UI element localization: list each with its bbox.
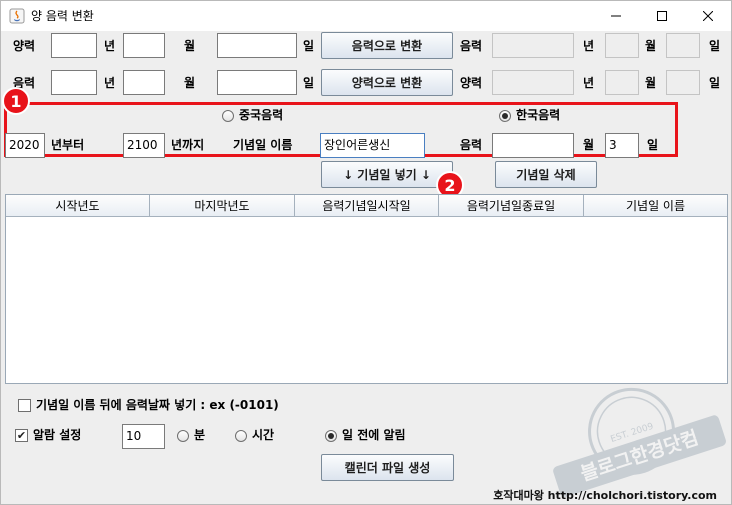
lunar-result-year xyxy=(492,33,574,58)
solar-month-input[interactable] xyxy=(123,33,165,58)
app-window: 양 음력 변환 양력 년 월 일 음력으로 변환 음력 년 월 일 음력 년 월… xyxy=(0,0,732,505)
solar-result-month xyxy=(605,70,639,95)
solar-result-day xyxy=(666,70,700,95)
to-lunar-button[interactable]: 음력으로 변환 xyxy=(321,32,453,59)
lunar-day-input[interactable] xyxy=(217,70,297,95)
solar-result-year xyxy=(492,70,574,95)
radio-chinese-lunar[interactable] xyxy=(222,110,234,122)
solar-month-unit: 월 xyxy=(184,39,196,53)
append-lunar-label: 기념일 이름 뒤에 음력날짜 넣기 : ex (-0101) xyxy=(36,398,279,412)
anniversary-month-input[interactable] xyxy=(492,133,574,158)
chinese-lunar-label: 중국음력 xyxy=(239,108,284,122)
anniversary-table[interactable]: 시작년도 마지막년도 음력기념일시작일 음력기념일종료일 기념일 이름 xyxy=(5,194,728,384)
title-bar: 양 음력 변환 xyxy=(1,1,731,31)
blog-watermark-icon: 블로그한경닷컴 EST. 2009 xyxy=(553,387,726,497)
minimize-icon xyxy=(611,15,621,17)
solar-result-day-unit: 일 xyxy=(709,76,721,90)
lunar-month-input[interactable] xyxy=(123,70,165,95)
minimize-button[interactable] xyxy=(593,1,639,31)
alarm-label: 알람 설정 xyxy=(33,428,82,442)
lunar-year-input[interactable] xyxy=(51,70,97,95)
lunar-result-day-unit: 일 xyxy=(709,39,721,53)
solar-label: 양력 xyxy=(13,39,36,53)
table-header: 시작년도 마지막년도 음력기념일시작일 음력기념일종료일 기념일 이름 xyxy=(6,195,727,217)
lunar-result-year-unit: 년 xyxy=(583,39,595,53)
end-year-input[interactable]: 2100 xyxy=(123,133,165,158)
lunar-result-day xyxy=(666,33,700,58)
maximize-icon xyxy=(657,11,667,21)
lunar-month-unit: 월 xyxy=(184,76,196,90)
korean-lunar-label: 한국음력 xyxy=(516,108,561,122)
close-button[interactable] xyxy=(685,1,731,31)
lunar-result-month-unit: 월 xyxy=(645,39,657,53)
to-solar-button[interactable]: 양력으로 변환 xyxy=(321,69,453,96)
author-credit: 호작대마왕 http://cholchori.tistory.com xyxy=(493,489,717,502)
anniversary-name-input[interactable]: 장인어른생신 xyxy=(320,133,425,158)
start-year-input[interactable]: 2020 xyxy=(5,133,45,158)
window-title: 양 음력 변환 xyxy=(31,9,94,23)
radio-hour[interactable] xyxy=(235,430,247,442)
solar-year-input[interactable] xyxy=(51,33,97,58)
solar-result-year-unit: 년 xyxy=(583,76,595,90)
badge-one: 1 xyxy=(2,87,30,115)
col-lunar-start[interactable]: 음력기념일시작일 xyxy=(295,195,439,217)
close-icon xyxy=(703,11,713,21)
col-end-year[interactable]: 마지막년도 xyxy=(150,195,295,217)
solar-result-label: 양력 xyxy=(460,76,483,90)
lunar-result-month xyxy=(605,33,639,58)
lunar-result-label: 음력 xyxy=(460,39,483,53)
delete-anniversary-button[interactable]: 기념일 삭제 xyxy=(495,161,597,188)
maximize-button[interactable] xyxy=(639,1,685,31)
java-icon xyxy=(9,8,25,24)
alarm-value-input[interactable]: 10 xyxy=(122,424,165,449)
lunar-year-unit: 년 xyxy=(104,76,116,90)
col-anniversary-name[interactable]: 기념일 이름 xyxy=(584,195,727,217)
create-calendar-file-button[interactable]: 캘린더 파일 생성 xyxy=(321,454,454,481)
from-label: 년부터 xyxy=(51,138,85,152)
hour-label: 시간 xyxy=(252,428,275,442)
radio-day-before[interactable] xyxy=(325,430,337,442)
col-start-year[interactable]: 시작년도 xyxy=(6,195,150,217)
solar-result-month-unit: 월 xyxy=(645,76,657,90)
add-anniversary-button[interactable]: ↓ 기념일 넣기 ↓ xyxy=(321,161,453,188)
to-label: 년까지 xyxy=(171,138,205,152)
anniversary-name-label: 기념일 이름 xyxy=(233,138,293,152)
anniversary-month-unit: 월 xyxy=(583,138,595,152)
solar-year-unit: 년 xyxy=(104,39,116,53)
anniversary-day-input[interactable]: 3 xyxy=(605,133,639,158)
day-before-label: 일 전에 알림 xyxy=(342,428,406,442)
radio-korean-lunar[interactable] xyxy=(499,110,511,122)
alarm-checkbox[interactable]: ✔ xyxy=(15,429,28,442)
anniversary-day-unit: 일 xyxy=(647,138,659,152)
solar-day-input[interactable] xyxy=(217,33,297,58)
append-lunar-checkbox[interactable] xyxy=(18,399,31,412)
lunar-day-unit: 일 xyxy=(303,76,315,90)
col-lunar-end[interactable]: 음력기념일종료일 xyxy=(439,195,584,217)
anniversary-lunar-label: 음력 xyxy=(460,138,483,152)
solar-day-unit: 일 xyxy=(303,39,315,53)
radio-minute[interactable] xyxy=(177,430,189,442)
minute-label: 분 xyxy=(194,428,206,442)
